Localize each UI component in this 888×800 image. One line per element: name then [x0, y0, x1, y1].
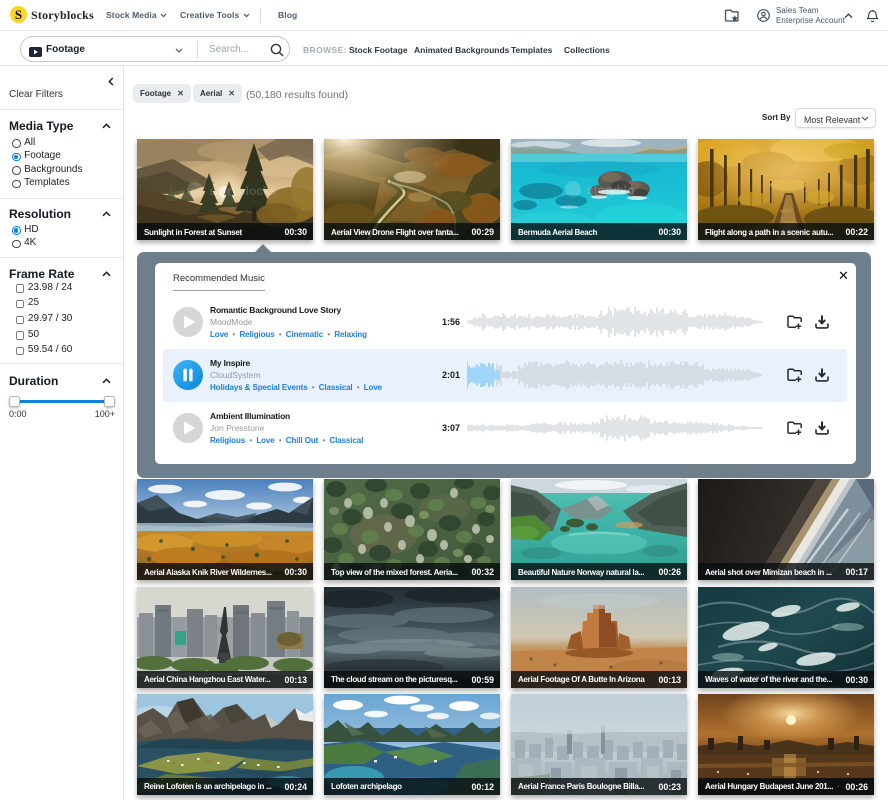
- svg-text:storyblo: storyblo: [587, 183, 634, 197]
- svg-text:storyblocks: storyblocks: [209, 184, 277, 198]
